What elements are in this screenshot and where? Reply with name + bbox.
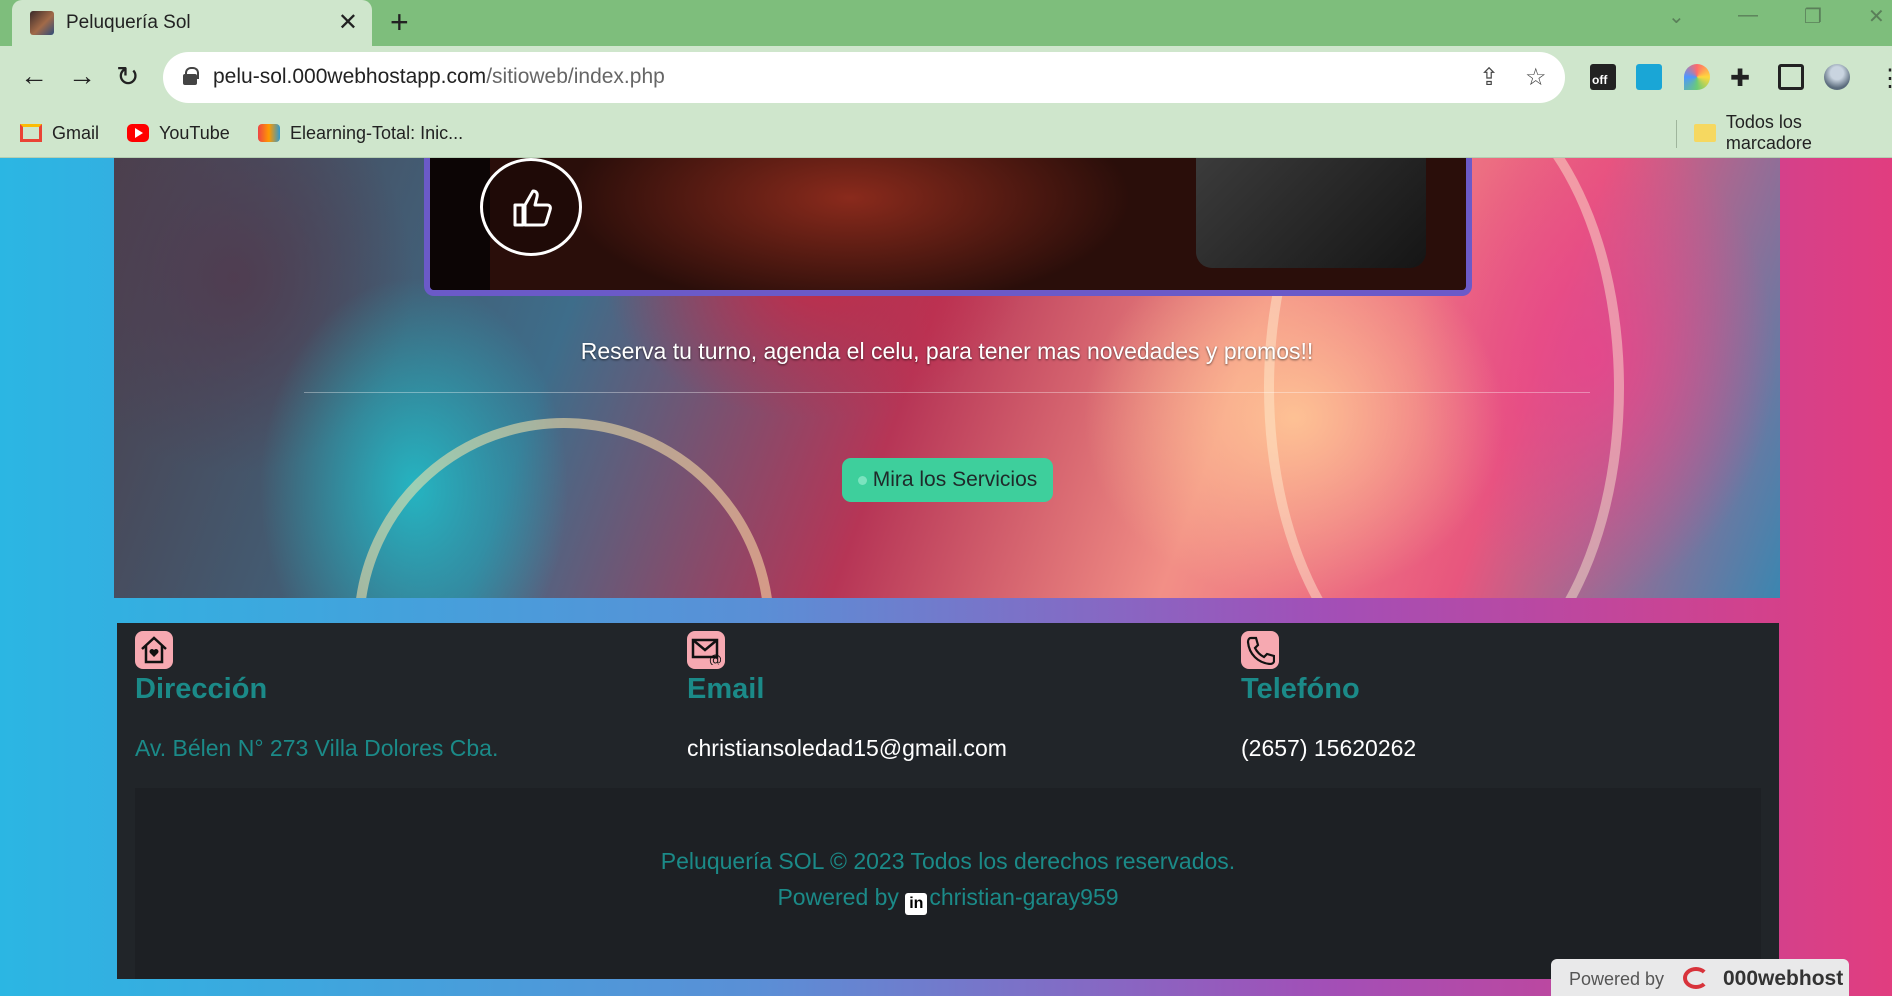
featured-photo (424, 158, 1472, 296)
bookmark-youtube[interactable]: YouTube (127, 120, 230, 146)
bookmark-gmail[interactable]: Gmail (20, 120, 99, 146)
svg-text:@: @ (709, 653, 721, 665)
like-button[interactable] (480, 158, 582, 256)
hero-swirl (294, 358, 834, 598)
000webhost-logo-icon (1683, 967, 1709, 989)
gmail-icon (20, 124, 42, 142)
email-value[interactable]: christiansoledad15@gmail.com (687, 735, 1007, 762)
photo-device (1196, 158, 1426, 268)
address-title: Dirección (135, 673, 268, 705)
mail-icon: @ (687, 631, 725, 669)
side-panel-icon[interactable] (1778, 64, 1804, 90)
share-icon[interactable]: ⇪ (1479, 63, 1499, 92)
copyright-text: Peluquería SOL © 2023 Todos los derechos… (660, 848, 1236, 874)
powered-by: Powered by in christian-garay959 (135, 884, 1761, 915)
bookmarks-divider (1676, 120, 1677, 148)
extension-book-icon[interactable] (1636, 64, 1662, 90)
home-icon (135, 631, 173, 669)
back-icon[interactable]: ← (20, 60, 48, 92)
profile-avatar[interactable] (1824, 64, 1850, 90)
services-button[interactable]: Mira los Servicios (842, 458, 1053, 502)
tab-title: Peluquería Sol (66, 12, 191, 33)
browser-tab[interactable]: Peluquería Sol ✕ (12, 0, 372, 46)
tab-strip: Peluquería Sol ✕ + ⌄ — ❐ ✕ (0, 0, 1892, 46)
extensions-puzzle-icon[interactable]: ✚ (1730, 64, 1756, 92)
site-favicon-icon (30, 11, 54, 35)
browser-toolbar: ← → ↻ pelu-sol.000webhostapp.com/sitiowe… (0, 46, 1892, 110)
bookmark-star-icon[interactable]: ☆ (1525, 63, 1547, 92)
close-window-icon[interactable]: ✕ (1868, 4, 1885, 29)
phone-icon (1241, 631, 1279, 669)
bookmarks-bar: Gmail YouTube Elearning-Total: Inic... T… (0, 110, 1892, 158)
menu-dots-icon[interactable]: ⋮ (1878, 64, 1892, 92)
extension-heart-icon[interactable] (1684, 64, 1710, 90)
powered-by-badge[interactable]: Powered by 000webhost (1551, 959, 1849, 996)
author-link[interactable]: christian-garay959 (929, 884, 1118, 910)
youtube-icon (127, 124, 149, 142)
email-title: Email (687, 673, 765, 705)
minimize-icon[interactable]: — (1738, 4, 1758, 27)
linkedin-icon[interactable]: in (905, 893, 928, 915)
copyright-bar: Peluquería SOL © 2023 Todos los derechos… (135, 788, 1761, 979)
site-footer: Dirección Av. Bélen N° 273 Villa Dolores… (117, 623, 1779, 979)
hero-divider (304, 392, 1590, 393)
button-dot-icon (857, 475, 867, 485)
lock-icon[interactable] (183, 67, 199, 85)
address-column: Dirección (135, 631, 267, 706)
phone-value[interactable]: (2657) 15620262 (1241, 735, 1416, 762)
new-tab-icon[interactable]: + (390, 4, 409, 41)
phone-title: Telefóno (1241, 673, 1360, 705)
thumbs-up-icon (513, 189, 552, 227)
bookmark-elearning[interactable]: Elearning-Total: Inic... (258, 120, 463, 146)
all-bookmarks[interactable]: Todos los marcadore (1694, 112, 1892, 153)
phone-column: Telefóno (1241, 631, 1360, 706)
email-column: @ Email (687, 631, 764, 706)
address-value: Av. Bélen N° 273 Villa Dolores Cba. (135, 735, 499, 761)
hero-tagline: Reserva tu turno, agenda el celu, para t… (580, 338, 1314, 364)
close-tab-icon[interactable]: ✕ (338, 8, 358, 37)
folder-icon (1694, 124, 1716, 142)
elearning-icon (258, 124, 280, 142)
extension-off-icon[interactable]: off (1590, 64, 1616, 90)
tab-search-icon[interactable]: ⌄ (1668, 4, 1685, 29)
address-bar[interactable]: pelu-sol.000webhostapp.com/sitioweb/inde… (163, 52, 1565, 103)
restore-icon[interactable]: ❐ (1804, 4, 1822, 29)
forward-icon[interactable]: → (68, 60, 96, 92)
reload-icon[interactable]: ↻ (116, 60, 139, 93)
url-text[interactable]: pelu-sol.000webhostapp.com/sitioweb/inde… (213, 65, 665, 89)
